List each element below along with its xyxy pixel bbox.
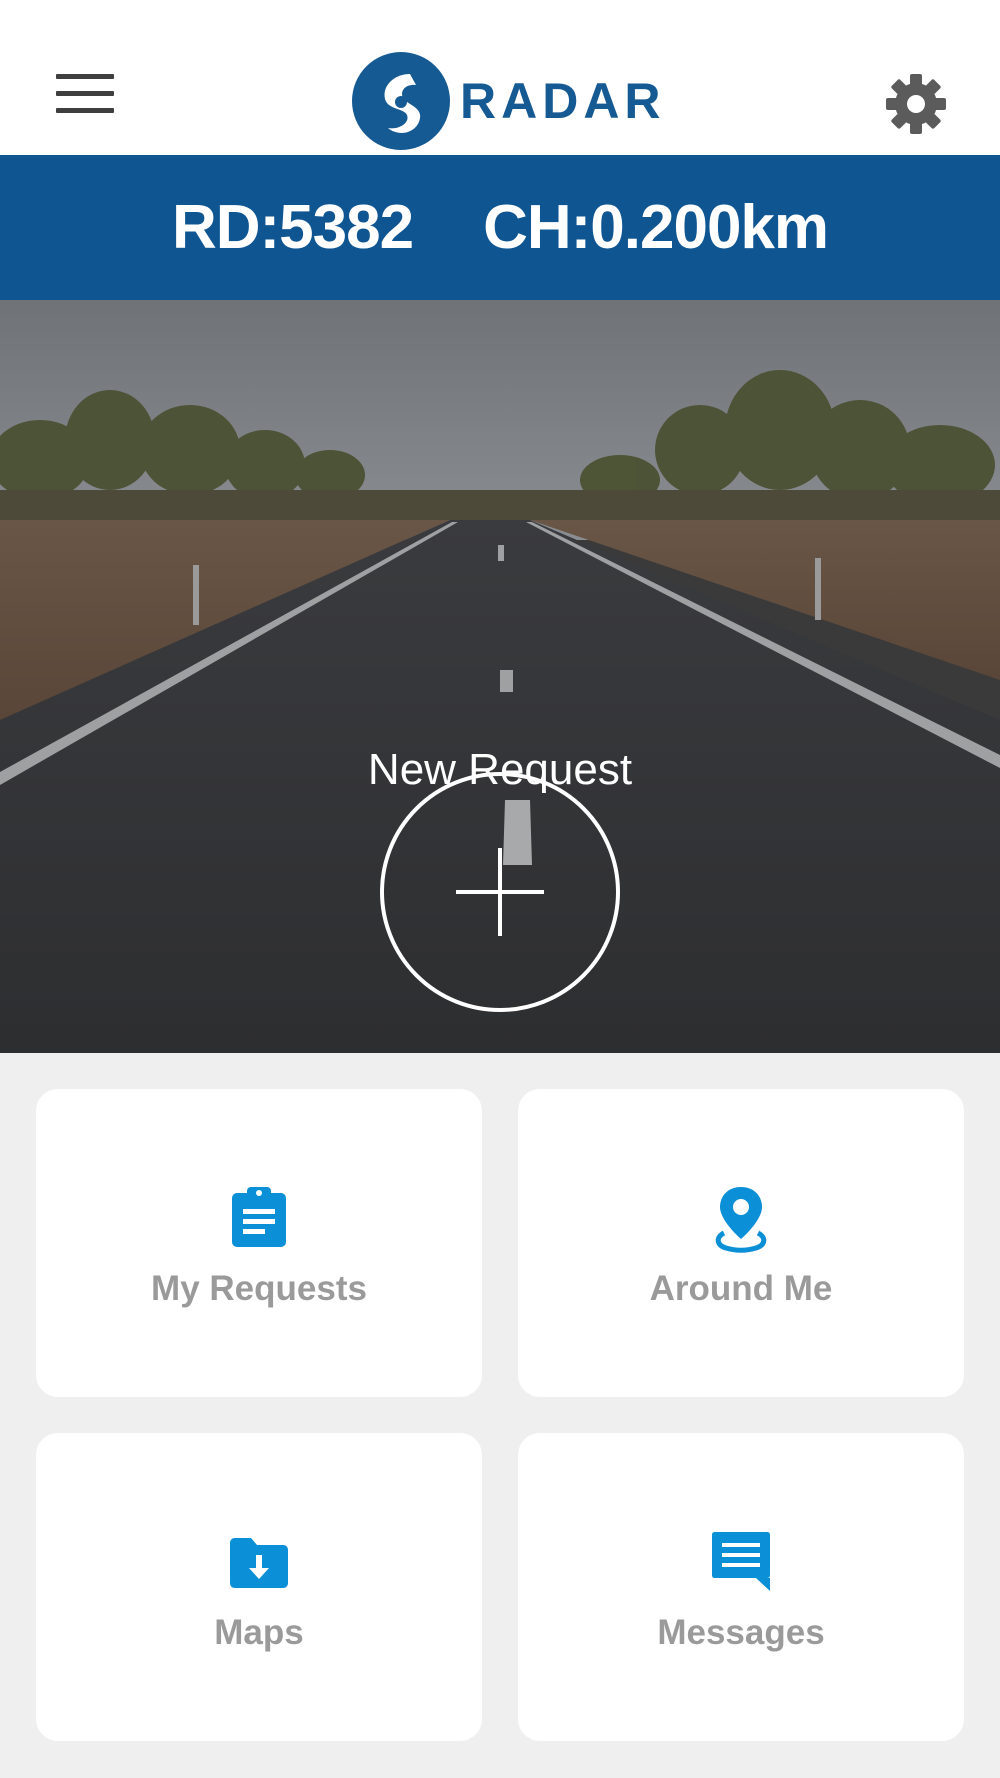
- tile-messages[interactable]: Messages: [518, 1433, 964, 1741]
- folder-download-icon: [230, 1538, 288, 1588]
- new-request-label: New Request: [367, 745, 633, 794]
- tile-maps[interactable]: Maps: [36, 1433, 482, 1741]
- tile-around-me[interactable]: Around Me: [518, 1089, 964, 1397]
- tile-label: My Requests: [151, 1269, 367, 1308]
- tile-label: Around Me: [649, 1269, 833, 1308]
- gear-icon[interactable]: [884, 72, 948, 136]
- map-pin-icon: [715, 1187, 767, 1253]
- logo-text: RADAR: [460, 73, 666, 129]
- road-number: RD:5382: [171, 193, 414, 262]
- plus-icon: [456, 848, 544, 936]
- road-chainage-bar: RD:5382 CH:0.200km: [0, 155, 1000, 300]
- tile-label: Messages: [657, 1613, 825, 1652]
- radar-logo-icon: [352, 52, 450, 150]
- clipboard-icon: [232, 1187, 286, 1247]
- tile-label: Maps: [214, 1613, 304, 1652]
- top-bar: RADAR: [0, 0, 1000, 155]
- message-icon: [712, 1532, 770, 1591]
- tile-my-requests[interactable]: My Requests: [36, 1089, 482, 1397]
- app-logo: RADAR: [352, 52, 666, 150]
- hero-road-image: [0, 300, 1000, 1053]
- new-request-button[interactable]: [380, 772, 620, 1012]
- hamburger-menu-icon[interactable]: [56, 74, 114, 114]
- chainage-value: CH:0.200km: [483, 193, 829, 262]
